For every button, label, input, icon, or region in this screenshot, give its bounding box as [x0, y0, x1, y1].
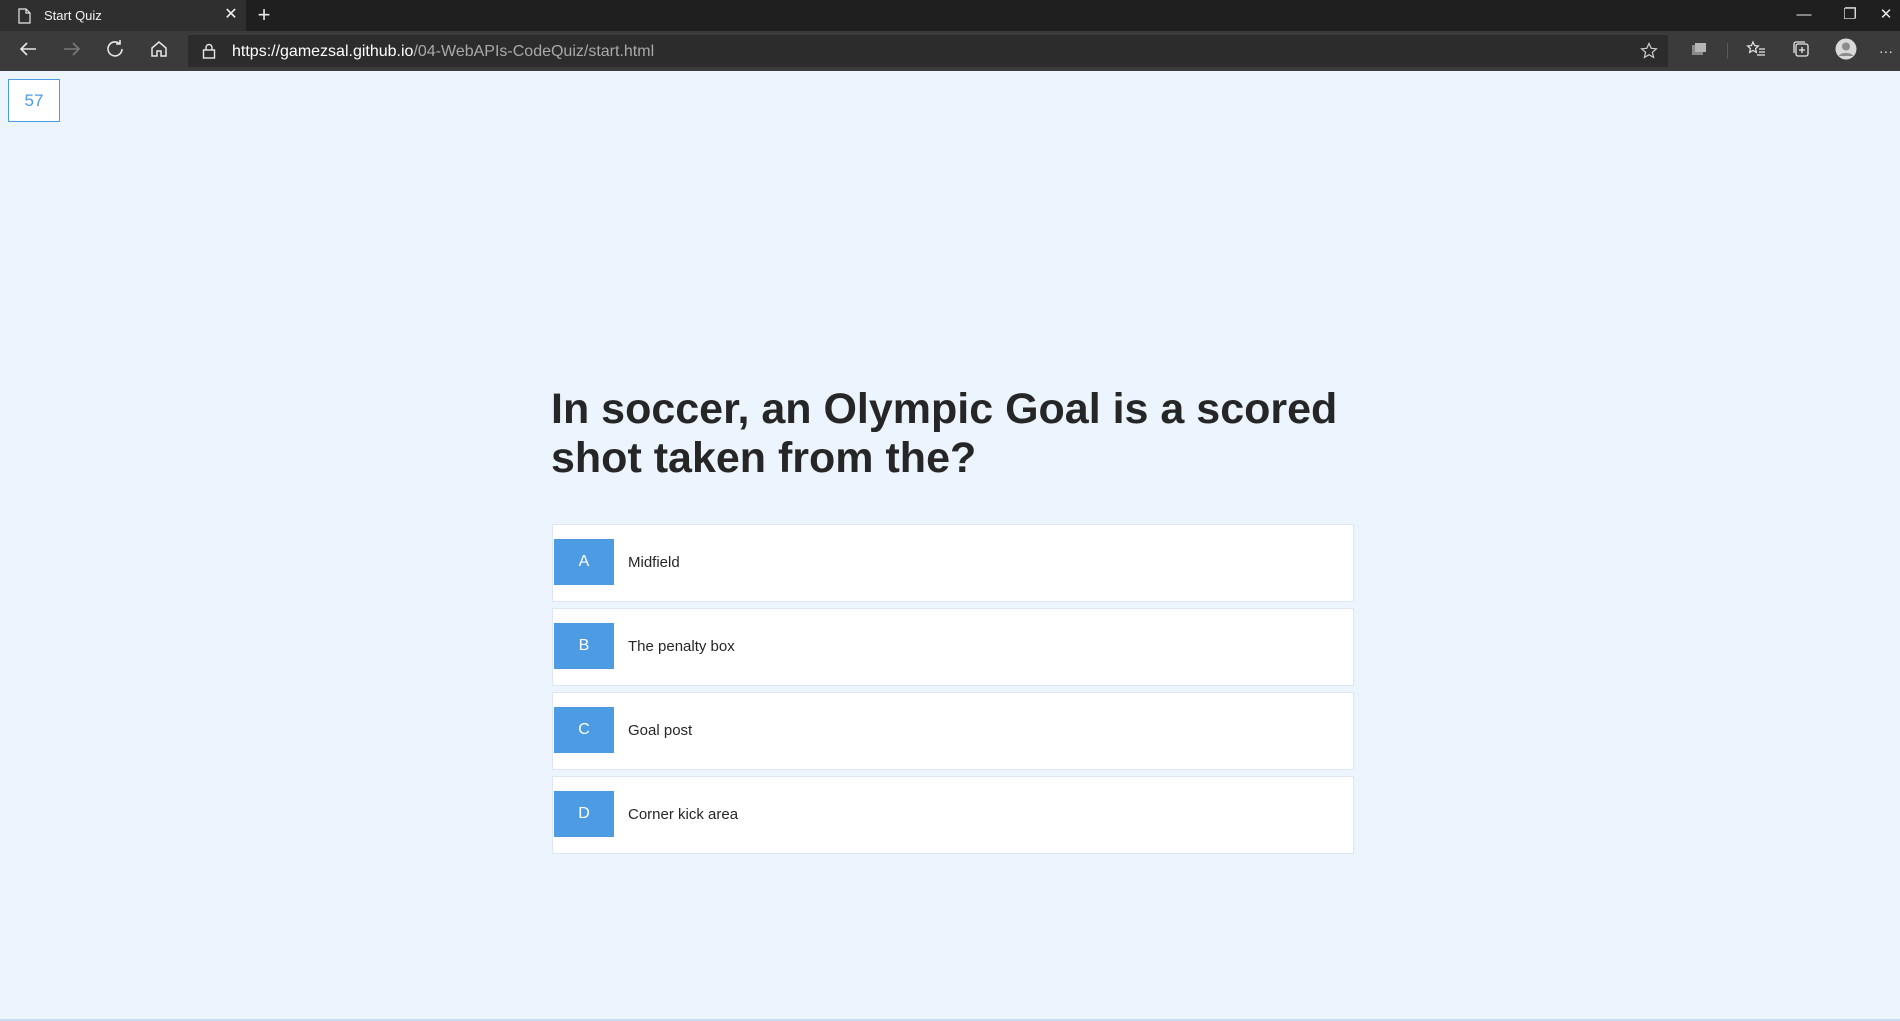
quiz-timer: 57 — [8, 79, 60, 122]
refresh-icon — [106, 39, 124, 63]
extension-button[interactable] — [1684, 36, 1714, 66]
url-host: https://gamezsal.github.io — [232, 43, 414, 60]
arrow-right-icon — [63, 41, 81, 62]
profile-button[interactable] — [1831, 36, 1861, 66]
choice-prefix: B — [554, 623, 614, 669]
question-text: In soccer, an Olympic Goal is a scored s… — [551, 385, 1338, 482]
choice-c-button[interactable]: C Goal post — [552, 692, 1354, 770]
favorite-star-icon[interactable] — [1640, 42, 1658, 65]
settings-menu-button[interactable]: ··· — [1872, 36, 1900, 66]
extension-icon — [1690, 41, 1708, 62]
choice-text: Goal post — [628, 722, 693, 739]
choice-prefix: D — [554, 791, 614, 837]
arrow-left-icon — [19, 41, 37, 62]
back-button[interactable] — [13, 36, 43, 66]
favorites-button[interactable] — [1741, 36, 1771, 66]
close-window-button[interactable]: ✕ — [1872, 2, 1900, 28]
tab-title: Start Quiz — [44, 8, 102, 23]
home-icon — [150, 40, 168, 63]
browser-tab[interactable]: Start Quiz ✕ — [0, 0, 246, 31]
choice-d-button[interactable]: D Corner kick area — [552, 776, 1354, 854]
home-button[interactable] — [144, 36, 174, 66]
forward-button[interactable] — [57, 36, 87, 66]
choice-prefix: A — [554, 539, 614, 585]
choice-text: Corner kick area — [628, 806, 739, 823]
tab-bar: Start Quiz ✕ + — ❐ ✕ — [0, 0, 1900, 31]
collections-button[interactable] — [1786, 36, 1816, 66]
tab-close-icon[interactable]: ✕ — [222, 6, 240, 24]
choice-text: The penalty box — [628, 638, 735, 655]
address-bar[interactable]: https://gamezsal.github.io/04-WebAPIs-Co… — [188, 35, 1668, 67]
choice-prefix: C — [554, 707, 614, 753]
new-tab-button[interactable]: + — [252, 4, 276, 28]
choice-a-button[interactable]: A Midfield — [552, 524, 1354, 602]
url-path: /04-WebAPIs-CodeQuiz/start.html — [413, 43, 655, 60]
choice-text: Midfield — [628, 554, 680, 571]
minimize-button[interactable]: — — [1782, 2, 1826, 28]
restore-button[interactable]: ❐ — [1828, 2, 1872, 28]
page-icon — [18, 8, 31, 27]
choice-b-button[interactable]: B The penalty box — [552, 608, 1354, 686]
lock-icon — [202, 43, 216, 64]
toolbar-divider — [1727, 43, 1728, 59]
avatar-icon — [1835, 38, 1857, 65]
refresh-button[interactable] — [100, 36, 130, 66]
url-text[interactable]: https://gamezsal.github.io/04-WebAPIs-Co… — [232, 43, 654, 61]
collections-icon — [1792, 40, 1810, 63]
favorites-list-icon — [1746, 40, 1766, 63]
